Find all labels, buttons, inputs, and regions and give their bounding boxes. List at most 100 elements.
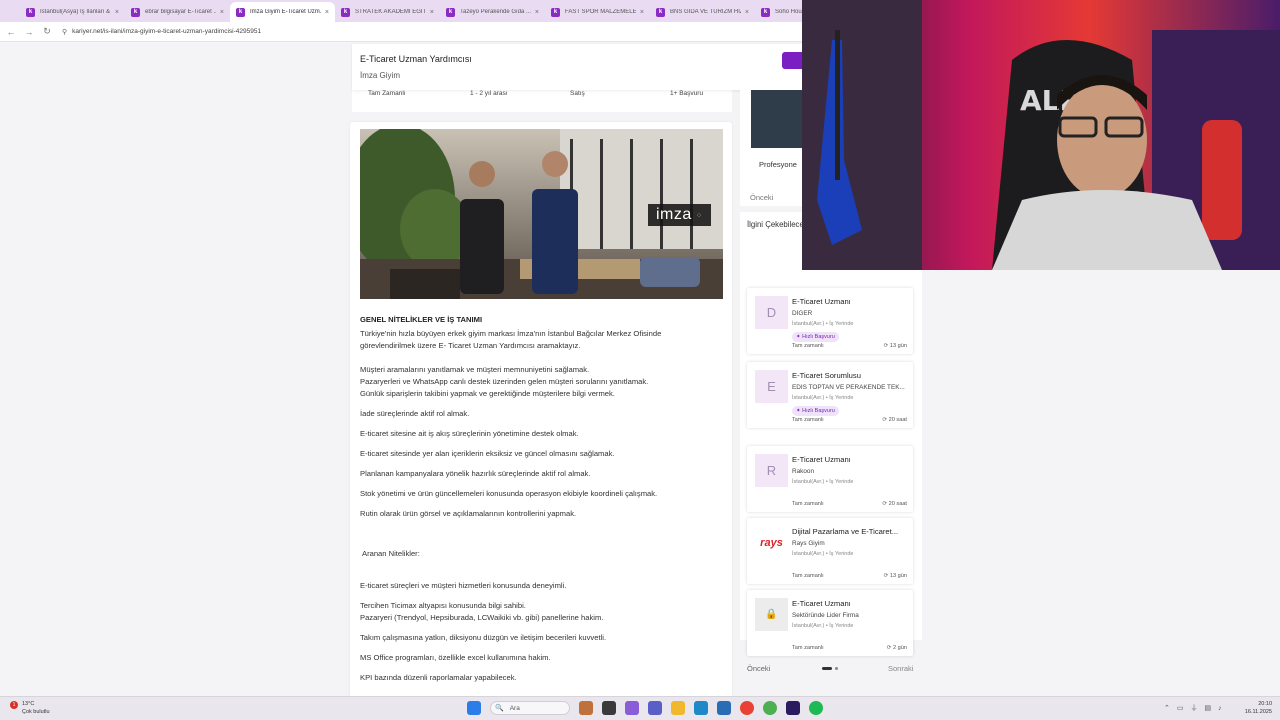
- chrome-icon[interactable]: [740, 701, 754, 715]
- close-tab-icon[interactable]: ×: [115, 9, 119, 16]
- edge-icon[interactable]: [694, 701, 708, 715]
- reload-icon[interactable]: ↻: [40, 26, 54, 37]
- task-view-icon[interactable]: [602, 701, 616, 715]
- tab-title: BNS GIDA VE TURİZM HİZ...: [670, 9, 741, 15]
- browser-tab[interactable]: k FAST SPOR MALZEMELE... ×: [545, 2, 650, 22]
- related-next-link[interactable]: Sonraki: [888, 664, 913, 673]
- close-tab-icon[interactable]: ×: [535, 9, 539, 16]
- close-tab-icon[interactable]: ×: [430, 9, 434, 16]
- weather-badge-icon: 1: [10, 701, 18, 709]
- carousel-image[interactable]: [751, 90, 802, 148]
- close-tab-icon[interactable]: ×: [745, 9, 749, 16]
- kariyer-favicon-icon: k: [131, 7, 140, 17]
- browser-tab[interactable]: k BNS GIDA VE TURİZM HİZ... ×: [650, 2, 755, 22]
- file-explorer-icon[interactable]: [671, 701, 685, 715]
- start-icon[interactable]: [467, 701, 481, 715]
- back-icon[interactable]: ←: [4, 27, 18, 37]
- clock-icon: ⟳: [882, 501, 888, 507]
- clock-icon: ⟳: [883, 343, 889, 349]
- browser-tab[interactable]: k İstanbul(Asya) İş İlanları & ... ×: [20, 2, 125, 22]
- site-info-icon[interactable]: ⚲: [62, 28, 67, 36]
- premiere-icon[interactable]: [786, 701, 800, 715]
- duty-item: E-ticaret sitesine ait iş akış süreçleri…: [360, 429, 579, 438]
- close-tab-icon[interactable]: ×: [640, 9, 644, 16]
- weather-widget[interactable]: 1 13°C Çok bulutlu: [10, 700, 50, 716]
- qualification-item: Takım çalışmasına yatkın, diksiyonu düzg…: [360, 633, 607, 642]
- network-icon[interactable]: ▤: [1205, 704, 1212, 712]
- tab-title: ebrar bilgisayar E-Ticaret ...: [145, 9, 216, 15]
- browser-tab[interactable]: k İmza Giyim E-Ticaret Uzm... ×: [230, 2, 335, 22]
- chrome-profile-icon[interactable]: [763, 701, 777, 715]
- kariyer-favicon-icon: k: [656, 7, 665, 17]
- card-work-type: Tam zamanlı: [792, 343, 824, 349]
- card-location: İstanbul(Avr.) • İş Yerinde: [792, 623, 854, 629]
- clock-time: 20:10: [1258, 701, 1272, 707]
- clock-icon: ⟳: [882, 417, 888, 423]
- company-name[interactable]: İmza Giyim: [360, 71, 400, 80]
- related-job-card[interactable]: E E-Ticaret Sorumlusu EDİS TOPTAN VE PERAK…: [747, 362, 913, 428]
- system-clock[interactable]: 20:10 16.11.2025: [1236, 700, 1272, 716]
- tray-chevron-icon[interactable]: ⌃: [1164, 704, 1170, 712]
- browser-tab[interactable]: k STRATEK AKADEMİ EĞİTİ... ×: [335, 2, 440, 22]
- qualification-item: KPI bazında düzenli raporlamalar yapabil…: [360, 673, 517, 682]
- related-job-card[interactable]: R E-Ticaret Uzmanı Rakoon İstanbul(Avr.) • …: [747, 446, 913, 512]
- url-field[interactable]: ⚲ kariyer.net/is-ilani/imza-giyim-e-tica…: [62, 28, 261, 36]
- related-job-card[interactable]: rays Dijital Pazarlama ve E-Ticaret... Ray…: [747, 518, 913, 584]
- spotify-icon[interactable]: [809, 701, 823, 715]
- store-icon[interactable]: [717, 701, 731, 715]
- card-work-type: Tam zamanlı: [792, 417, 824, 423]
- job-info-strip: Tam Zamanlı 1 - 2 yıl arası Satış 1+ Baş…: [352, 90, 732, 112]
- card-posted-age: ⟳ 13 gün: [884, 343, 907, 349]
- card-company: DİĞER: [792, 310, 813, 317]
- card-location: İstanbul(Avr.) • İş Yerinde: [792, 551, 854, 557]
- card-job-title: E-Ticaret Sorumlusu: [792, 371, 861, 380]
- clock-icon: ⟳: [883, 573, 889, 579]
- carousel-prev-link[interactable]: Önceki: [750, 193, 773, 202]
- duty-item: Planlanan kampanyalara yönelik hazırlık …: [360, 469, 591, 478]
- duty-item: İade süreçlerinde aktif rol almak.: [360, 409, 470, 418]
- close-tab-icon[interactable]: ×: [220, 9, 224, 16]
- volume-icon[interactable]: ♪: [1218, 705, 1222, 712]
- taskbar-search[interactable]: 🔍 Ara: [490, 701, 570, 715]
- webcam-feed: ALP: [802, 0, 1280, 270]
- card-job-title: E-Ticaret Uzmanı: [792, 599, 851, 608]
- kariyer-favicon-icon: k: [551, 7, 560, 17]
- card-company: Rakoon: [792, 468, 815, 475]
- widget-icon[interactable]: [579, 701, 593, 715]
- duty-item: E-ticaret sitesinde yer alan içeriklerin…: [360, 449, 615, 458]
- card-work-type: Tam zamanlı: [792, 501, 824, 507]
- card-location: İstanbul(Avr.) • İş Yerinde: [792, 479, 854, 485]
- tray-mic-icon[interactable]: ⏚: [1191, 703, 1198, 713]
- job-description-card: imza ⁘ GENEL NİTELİKLER VE İŞ TANIMI Tür…: [350, 122, 732, 696]
- carousel-label[interactable]: Profesyone: [759, 160, 797, 169]
- company-logo: E: [755, 370, 788, 403]
- tray-app-icon[interactable]: ▭: [1177, 704, 1184, 712]
- intro-line: görevlendirilmek üzere E- Ticaret Uzman …: [360, 341, 581, 350]
- tab-title: İmza Giyim E-Ticaret Uzm...: [250, 9, 321, 15]
- clock-date: 16.11.2025: [1244, 709, 1272, 715]
- pager-dot[interactable]: [835, 667, 838, 670]
- related-prev-link[interactable]: Önceki: [747, 664, 770, 673]
- imza-logo: imza ⁘: [648, 204, 711, 226]
- weather-desc: Çok bulutlu: [22, 709, 50, 715]
- related-job-card[interactable]: 🔒 E-Ticaret Uzmanı Sektöründe Lider Firma İ…: [747, 590, 913, 656]
- card-job-title: E-Ticaret Uzmanı: [792, 455, 851, 464]
- browser-tab[interactable]: k Tazeyo Perakende Gıda ... ×: [440, 2, 545, 22]
- forward-icon[interactable]: →: [22, 27, 36, 37]
- kariyer-favicon-icon: k: [26, 7, 35, 17]
- kariyer-favicon-icon: k: [761, 7, 770, 17]
- company-hero-image: imza ⁘: [360, 129, 723, 299]
- browser-tab[interactable]: k ebrar bilgisayar E-Ticaret ... ×: [125, 2, 230, 22]
- close-tab-icon[interactable]: ×: [325, 9, 329, 16]
- card-posted-age: ⟳ 20 saat: [882, 417, 907, 423]
- card-job-title: Dijital Pazarlama ve E-Ticaret...: [792, 527, 899, 536]
- pager-dot-active[interactable]: [822, 667, 832, 670]
- system-tray: ⌃ ▭ ⏚ ▤ ♪: [1164, 703, 1229, 713]
- card-age-text: 20 saat: [888, 417, 907, 423]
- search-placeholder: Ara: [509, 704, 520, 712]
- info-work-type: Tam Zamanlı: [368, 90, 406, 97]
- teams-icon[interactable]: [648, 701, 662, 715]
- related-job-card[interactable]: D E-Ticaret Uzmanı DİĞER İstanbul(Avr.) • İ…: [747, 288, 913, 354]
- copilot-icon[interactable]: [625, 701, 639, 715]
- card-company: EDİS TOPTAN VE PERAKENDE TEK...: [792, 384, 905, 391]
